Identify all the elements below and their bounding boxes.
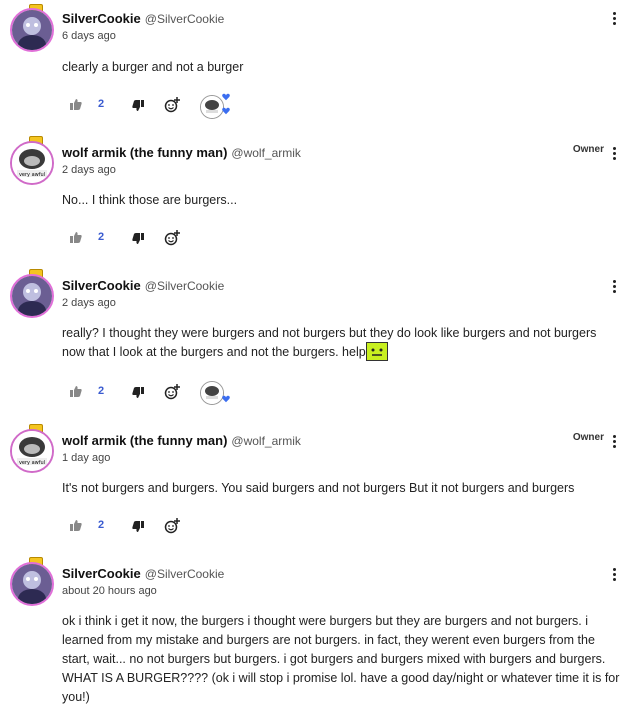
reacted-owner-avatar bbox=[200, 381, 224, 405]
author-name[interactable]: SilverCookie @SilverCookie bbox=[62, 566, 224, 581]
more-vert-icon[interactable] bbox=[613, 12, 617, 27]
like-count: 2 bbox=[98, 519, 105, 531]
author-name[interactable]: SilverCookie @SilverCookie bbox=[62, 11, 224, 26]
owner-badge: Owner bbox=[572, 432, 604, 443]
add-reaction-icon[interactable] bbox=[164, 518, 180, 534]
comment-actions: 2 bbox=[70, 381, 270, 405]
timestamp[interactable]: 2 days ago bbox=[62, 164, 116, 176]
thumbs-down-icon[interactable] bbox=[132, 387, 144, 398]
avatar[interactable] bbox=[10, 562, 54, 606]
add-reaction-icon[interactable] bbox=[164, 230, 180, 246]
like-count: 2 bbox=[98, 385, 105, 397]
author-name[interactable]: wolf armik (the funny man) @wolf_armik bbox=[62, 433, 301, 448]
timestamp[interactable]: 1 day ago bbox=[62, 452, 110, 464]
svg-text:very awful: very awful bbox=[19, 172, 45, 178]
author-handle[interactable]: @SilverCookie bbox=[145, 279, 225, 293]
custom-emote-icon bbox=[365, 342, 388, 362]
thumbs-up-icon[interactable] bbox=[70, 520, 82, 531]
author-handle[interactable]: @SilverCookie bbox=[145, 567, 225, 581]
avatar[interactable] bbox=[10, 8, 54, 52]
author-display-name[interactable]: wolf armik (the funny man) bbox=[62, 433, 227, 448]
comment-text: ok i think i get it now, the burgers i t… bbox=[62, 614, 620, 704]
thumbs-down-icon[interactable] bbox=[132, 233, 144, 244]
author-name[interactable]: SilverCookie @SilverCookie bbox=[62, 278, 224, 293]
reacted-owner-avatar bbox=[200, 95, 224, 119]
author-display-name[interactable]: wolf armik (the funny man) bbox=[62, 145, 227, 160]
comment-actions: 2 bbox=[70, 93, 270, 119]
comment-text: No... I think those are burgers... bbox=[62, 193, 238, 207]
timestamp[interactable]: about 20 hours ago bbox=[62, 585, 157, 597]
owner-badge: Owner bbox=[572, 144, 604, 155]
author-display-name[interactable]: SilverCookie bbox=[62, 11, 141, 26]
thumbs-down-icon[interactable] bbox=[132, 100, 144, 111]
more-vert-icon[interactable] bbox=[613, 435, 617, 450]
svg-text:very awful: very awful bbox=[19, 460, 45, 466]
thumbs-up-icon[interactable] bbox=[70, 232, 82, 243]
avatar[interactable] bbox=[10, 274, 54, 318]
more-vert-icon[interactable] bbox=[613, 568, 617, 583]
timestamp[interactable]: 6 days ago bbox=[62, 30, 116, 42]
add-reaction-icon[interactable] bbox=[164, 384, 180, 400]
comment-text: clearly a burger and not a burger bbox=[62, 60, 244, 74]
comment-text-block: really? I thought they were burgers and … bbox=[62, 324, 622, 362]
more-vert-icon[interactable] bbox=[613, 280, 617, 295]
author-handle[interactable]: @wolf_armik bbox=[231, 146, 301, 160]
heart-icon bbox=[222, 93, 230, 101]
heart-icon bbox=[222, 107, 230, 115]
comment-actions: 2 bbox=[70, 228, 270, 248]
comment-text: really? I thought they were burgers and … bbox=[62, 326, 597, 359]
like-count: 2 bbox=[98, 231, 105, 243]
comment-text: It's not burgers and burgers. You said b… bbox=[62, 481, 575, 495]
author-display-name[interactable]: SilverCookie bbox=[62, 566, 141, 581]
thumbs-up-icon[interactable] bbox=[70, 99, 82, 110]
timestamp[interactable]: 2 days ago bbox=[62, 297, 116, 309]
comment-actions: 2 bbox=[70, 516, 270, 536]
author-handle[interactable]: @SilverCookie bbox=[145, 12, 225, 26]
thumbs-up-icon[interactable] bbox=[70, 386, 82, 397]
avatar[interactable]: very awful bbox=[10, 429, 54, 473]
like-count: 2 bbox=[98, 98, 105, 110]
more-vert-icon[interactable] bbox=[613, 147, 617, 162]
comment-feed: SilverCookie @SilverCookie 6 days ago cle… bbox=[0, 0, 631, 708]
heart-icon bbox=[222, 395, 230, 403]
avatar[interactable]: very awful bbox=[10, 141, 54, 185]
add-reaction-icon[interactable] bbox=[164, 97, 180, 113]
author-display-name[interactable]: SilverCookie bbox=[62, 278, 141, 293]
thumbs-down-icon[interactable] bbox=[132, 521, 144, 532]
author-handle[interactable]: @wolf_armik bbox=[231, 434, 301, 448]
author-name[interactable]: wolf armik (the funny man) @wolf_armik bbox=[62, 145, 301, 160]
